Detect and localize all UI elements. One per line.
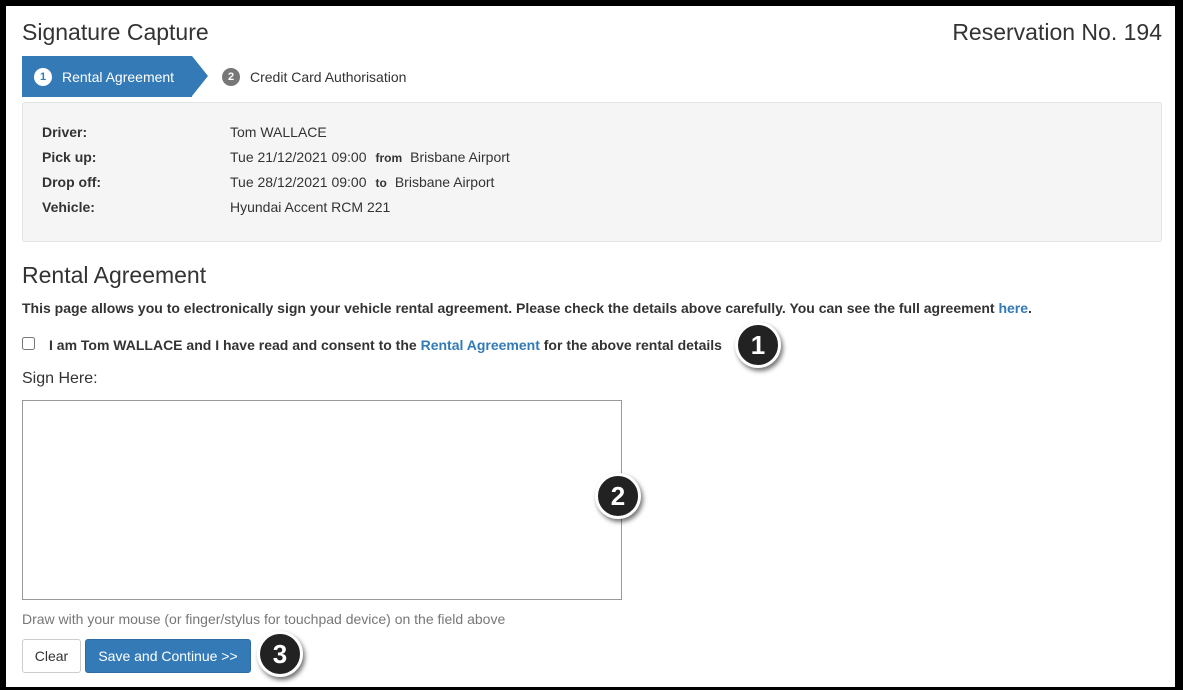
pickup-time: Tue 21/12/2021 09:00 [230,149,367,165]
sign-here-label: Sign Here: [22,370,98,387]
intro-period: . [1028,300,1032,316]
intro-body: This page allows you to electronically s… [22,300,995,316]
step-1-label: Rental Agreement [62,68,175,85]
step-wizard: 2 Credit Card Authorisation 1 Rental Agr… [22,56,421,97]
page-frame: Signature Capture Reservation No. 194 2 … [6,6,1175,687]
page-title: Signature Capture [22,19,209,45]
signature-hint: Draw with your mouse (or finger/stylus f… [22,611,506,627]
full-agreement-link[interactable]: here [998,300,1028,316]
annotation-marker-2: 2 [595,473,641,519]
driver-label: Driver: [42,124,88,140]
intro-text: This page allows you to electronically s… [22,300,1032,316]
dropoff-label: Drop off: [42,174,102,190]
reservation-number: Reservation No. 194 [952,19,1162,45]
dropoff-to-word: to [375,176,387,190]
step-1-badge: 1 [34,67,52,86]
clear-button[interactable]: Clear [22,639,81,673]
pickup-label: Pick up: [42,149,97,165]
pickup-value: Tue 21/12/2021 09:00 from Brisbane Airport [230,149,510,165]
dropoff-time: Tue 28/12/2021 09:00 [230,174,367,190]
pickup-from-word: from [375,151,403,165]
step-2-badge: 2 [222,67,240,86]
step-credit-card[interactable]: 2 Credit Card Authorisation [222,56,406,97]
signature-pad[interactable] [22,400,622,600]
vehicle-value: Hyundai Accent RCM 221 [230,199,391,215]
rental-details-panel: Driver: Tom WALLACE Pick up: Tue 21/12/2… [22,102,1162,242]
step-rental-agreement[interactable]: 1 Rental Agreement [22,56,192,97]
consent-post: for the above rental details [543,337,722,353]
dropoff-location: Brisbane Airport [394,174,495,190]
driver-value: Tom WALLACE [230,124,327,140]
annotation-marker-1: 1 [735,322,781,368]
vehicle-label: Vehicle: [42,199,95,215]
dropoff-value: Tue 28/12/2021 09:00 to Brisbane Airport [230,174,494,190]
annotation-marker-3: 3 [257,631,303,677]
consent-checkbox[interactable] [22,336,35,350]
section-title: Rental Agreement [22,262,207,288]
step-1-arrow [192,56,208,96]
rental-agreement-link[interactable]: Rental Agreement [421,337,540,353]
consent-text: I am Tom WALLACE and I have read and con… [49,337,722,353]
consent-row: I am Tom WALLACE and I have read and con… [22,336,722,353]
step-2-label: Credit Card Authorisation [250,68,407,85]
consent-pre: I am Tom WALLACE and I have read and con… [49,337,417,353]
save-continue-button[interactable]: Save and Continue >> [85,639,251,673]
pickup-location: Brisbane Airport [410,149,510,165]
